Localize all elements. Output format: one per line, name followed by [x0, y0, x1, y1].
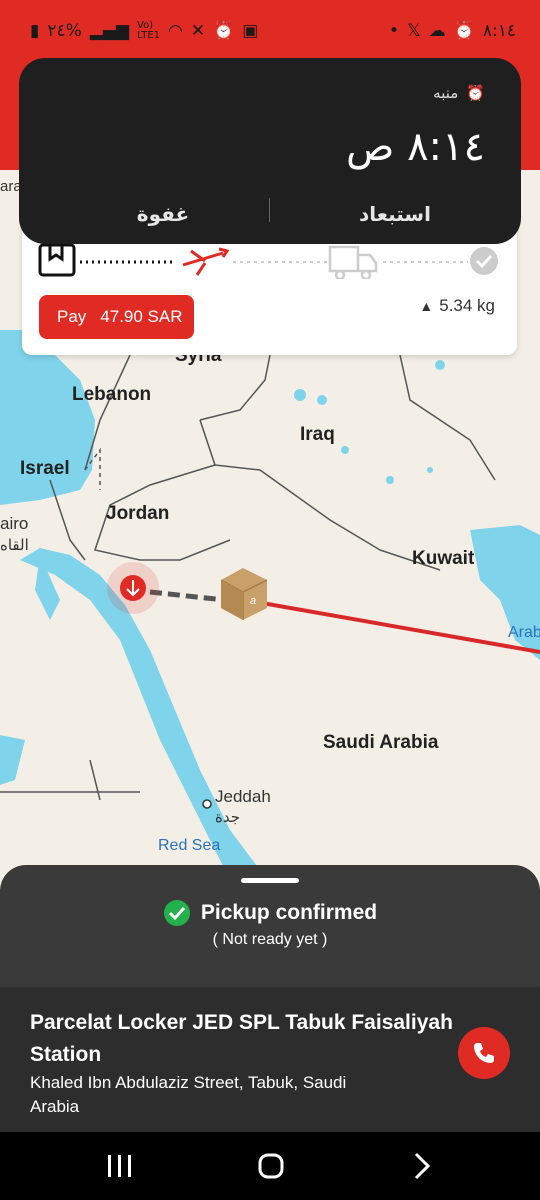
alarm-icon: ⏰	[453, 20, 475, 41]
pay-amount: 47.90 SAR	[100, 307, 183, 326]
status-time: ٨:١٤	[482, 21, 516, 41]
map-label-cairo: airo	[0, 514, 29, 533]
location-name: Parcelat Locker JED SPL Tabuk Faisaliyah…	[30, 1011, 453, 1066]
weight-info: ▲ 5.34 kg	[419, 295, 495, 317]
status-bar-right: • 𝕏 ☁ ⏰ ٨:١٤	[389, 16, 516, 46]
alarm-clock-icon: ⏰	[466, 84, 485, 102]
booking-icon	[38, 243, 76, 277]
dot-icon: •	[388, 20, 399, 41]
map-label-saudi-arabia: Saudi Arabia	[323, 732, 439, 753]
recents-button[interactable]	[90, 1146, 150, 1186]
status-bar-left: ▮ ٢٤% ▂▄▆ Vo) LTE1 ◠ ✕ ⏰ ▣	[30, 16, 258, 46]
svg-text:a: a	[250, 595, 256, 607]
alarm-label: منبه	[433, 84, 459, 102]
location-address: Khaled Ibn Abdulaziz Street, Tabuk, Saud…	[30, 1073, 347, 1116]
home-icon	[258, 1153, 284, 1179]
alarm-icon: ⏰	[213, 20, 235, 41]
back-button[interactable]	[392, 1146, 452, 1186]
tracking-progress	[38, 239, 503, 281]
phone-icon	[474, 1043, 494, 1063]
weight-value: 5.34 kg	[439, 296, 495, 315]
call-button[interactable]	[458, 1027, 510, 1079]
alarm-notification[interactable]: منبه ⏰ ٨:١٤ ص غفوة استبعاد	[19, 58, 521, 244]
bottom-sheet[interactable]: Pickup confirmed ( Not ready yet ) Parce…	[0, 865, 540, 1132]
map-label-arab: Arab	[508, 624, 540, 641]
battery-icon: ▮	[30, 20, 40, 41]
back-chevron-icon	[414, 1152, 431, 1180]
check-icon	[470, 247, 498, 275]
x-app-icon: 𝕏	[407, 20, 421, 41]
map-label-cairo-ar: القاه	[0, 537, 29, 554]
map-label-iraq: Iraq	[300, 424, 335, 445]
volte-icon: Vo) LTE1	[137, 20, 160, 41]
signal-icon: ▂▄▆	[89, 20, 130, 41]
alarm-header: منبه ⏰	[433, 84, 485, 102]
recents-icon	[108, 1155, 131, 1177]
alarm-divider	[269, 198, 270, 222]
alarm-actions: غفوة استبعاد	[19, 194, 521, 234]
tracking-progress-graphic	[38, 243, 498, 281]
map-label-israel: Israel	[20, 458, 70, 479]
home-button[interactable]	[241, 1146, 301, 1186]
map-label-lebanon: Lebanon	[72, 384, 152, 405]
wifi-icon: ◠	[168, 20, 183, 41]
cloud-icon: ☁	[428, 20, 446, 41]
map-label-red-sea: Red Sea	[158, 837, 221, 854]
plane-icon	[182, 247, 230, 276]
mute-icon: ✕	[190, 20, 206, 41]
success-check-icon	[163, 900, 190, 926]
weight-icon: ▲	[419, 298, 434, 314]
app-icon: ▣	[242, 20, 259, 41]
pickup-status: Pickup confirmed	[0, 899, 540, 927]
pay-label: Pay	[57, 307, 87, 326]
sheet-drag-handle[interactable]	[241, 878, 299, 883]
pay-button[interactable]: Pay 47.90 SAR	[39, 295, 194, 339]
snooze-button[interactable]: غفوة	[53, 194, 273, 234]
pickup-status-text: Pickup confirmed	[200, 901, 378, 924]
pickup-substatus: ( Not ready yet )	[212, 931, 328, 948]
map-label-jordan: Jordan	[106, 503, 170, 524]
navigation-bar	[0, 1132, 540, 1200]
truck-icon	[328, 245, 378, 281]
map-label-kuwait: Kuwait	[412, 548, 475, 569]
map-label-jeddah: Jeddah	[215, 787, 271, 806]
map-label-jeddah-ar: جدة	[215, 809, 241, 826]
alarm-time: ٨:١٤ ص	[345, 124, 485, 170]
battery-percent: ٢٤%	[47, 21, 82, 41]
dismiss-button[interactable]: استبعاد	[285, 194, 505, 234]
location-panel: Parcelat Locker JED SPL Tabuk Faisaliyah…	[0, 987, 540, 1132]
